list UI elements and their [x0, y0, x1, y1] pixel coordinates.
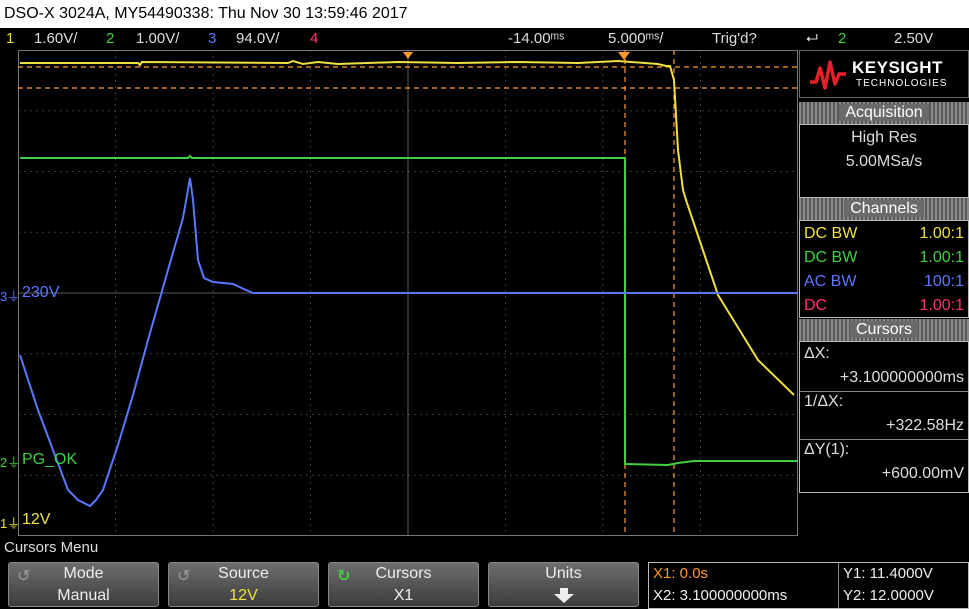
ch3-scale[interactable]: 94.0V/ [236, 28, 279, 50]
cursor-readout: X1: 0.0s X2: 3.100000000ms Y1: 11.4000V … [648, 562, 969, 609]
ch4-probe: 1.00:1 [919, 297, 964, 314]
status-bar: 1 1.60V/ 2 1.00V/ 3 94.0V/ 4 -14.00ᵐˢ 5.… [0, 28, 969, 50]
acquisition-box: High Res 5.00MSa/s [799, 124, 969, 198]
ch4-coupling: DC [804, 297, 828, 314]
brand-name: KEYSIGHT [852, 58, 943, 77]
trigger-status: Trig'd? [712, 30, 757, 47]
ch1-coupling: DC BW [804, 225, 858, 242]
trigger-level[interactable]: 2.50V [894, 28, 933, 50]
ch2-ground-marker[interactable]: 2⏚ [0, 452, 20, 471]
sample-rate: 5.00MSa/s [845, 153, 923, 170]
y1-readout: Y1: 11.4000V [843, 565, 933, 582]
ch1-ground-marker[interactable]: 1⏚ [0, 513, 20, 532]
ch2-coupling: DC BW [804, 249, 858, 266]
ch3-probe: 100:1 [923, 273, 964, 290]
x1-readout: X1: 0.0s [653, 565, 709, 582]
ch2-number[interactable]: 2 [106, 28, 114, 50]
ch3-coupling: AC BW [804, 273, 857, 290]
ch3-number[interactable]: 3 [208, 28, 216, 50]
y2-readout: Y2: 12.0000V [843, 587, 934, 604]
ch2-label: PG_OK [22, 451, 78, 468]
source-softkey[interactable]: ↺ Source 12V [168, 562, 319, 607]
delta-y-value: +600.00mV [881, 465, 964, 482]
horizontal-delay[interactable]: -14.00ᵐˢ [508, 28, 564, 50]
keysight-wave-icon [810, 60, 846, 90]
delta-y-label: ΔY(1): [804, 441, 850, 458]
ch4-number[interactable]: 4 [310, 28, 318, 50]
mode-softkey[interactable]: ↺ Mode Manual [8, 562, 159, 607]
ch2-scale[interactable]: 1.00V/ [136, 28, 179, 50]
window-title: DSO-X 3024A, MY54490338: Thu Nov 30 13:5… [0, 0, 969, 28]
ch1-number[interactable]: 1 [6, 28, 14, 50]
ch2-probe: 1.00:1 [919, 249, 964, 266]
trigger-edge-icon: ⮠ [806, 30, 819, 47]
delta-x-value: +3.100000000ms [839, 369, 964, 386]
cursors-header[interactable]: Cursors [799, 319, 969, 341]
inverse-delta-x-label: 1/ΔX: [804, 393, 844, 410]
acquisition-header[interactable]: Acquisition [799, 102, 969, 124]
channels-header[interactable]: Channels [799, 198, 969, 220]
submenu-arrow-icon [554, 588, 574, 603]
ch3-ground-marker[interactable]: 3⏚ [0, 286, 20, 305]
ch3-label: 230V [22, 284, 60, 301]
ch1-label: 12V [22, 511, 51, 528]
inverse-delta-x-value: +322.58Hz [886, 417, 964, 434]
brand-logo: KEYSIGHT TECHNOLOGIES [799, 50, 969, 98]
brand-subtitle: TECHNOLOGIES [856, 78, 948, 89]
waveform-display[interactable] [18, 50, 798, 536]
ch1-scale[interactable]: 1.60V/ [34, 28, 77, 50]
cursors-softkey[interactable]: ↻ Cursors X1 [328, 562, 479, 607]
acquisition-mode: High Res [851, 129, 917, 146]
ch1-probe: 1.00:1 [919, 225, 964, 242]
x2-readout: X2: 3.100000000ms [653, 587, 788, 604]
units-softkey[interactable]: Units [488, 562, 639, 607]
delta-x-label: ΔX: [804, 345, 830, 362]
trigger-channel[interactable]: 2 [838, 28, 846, 50]
cursors-box: ΔX: +3.100000000ms 1/ΔX: +322.58Hz ΔY(1)… [799, 341, 969, 493]
channels-box: DC BW 1.00:1 DC BW 1.00:1 AC BW 100:1 DC… [799, 220, 969, 318]
timebase-scale[interactable]: 5.000ᵐˢ/ [608, 28, 663, 50]
right-info-panel: KEYSIGHT TECHNOLOGIES Acquisition High R… [799, 50, 969, 536]
menu-title: Cursors Menu [4, 539, 99, 556]
